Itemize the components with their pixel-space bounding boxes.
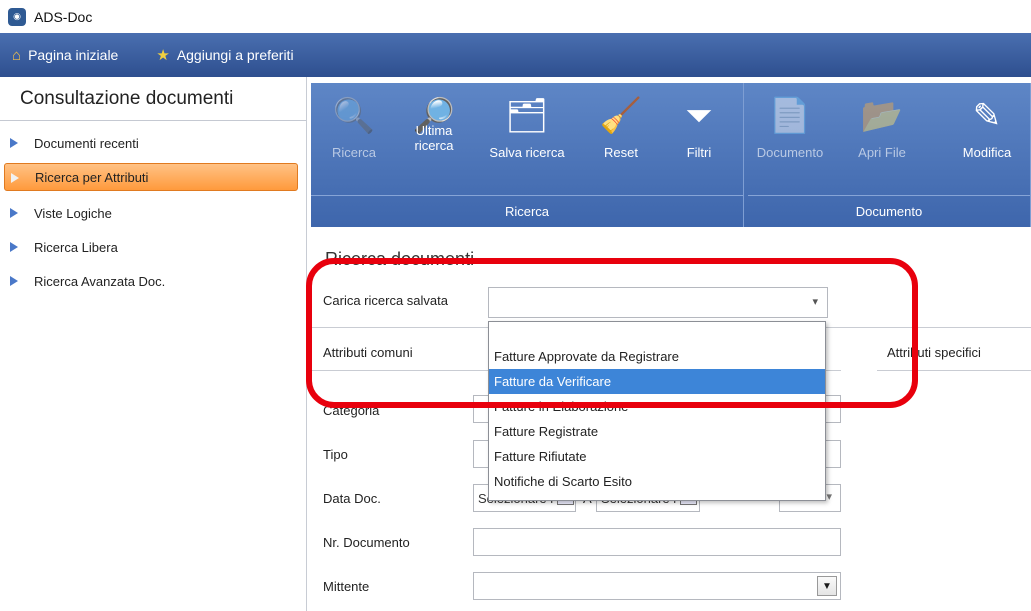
dropdown-option[interactable]: Fatture Rifiutate (489, 444, 825, 469)
load-saved-search-combo[interactable]: ▾ (488, 287, 828, 318)
add-favorite-link[interactable]: ★ Aggiungi a preferiti (156, 46, 293, 64)
chevron-down-icon: ▾ (826, 491, 832, 503)
triangle-right-icon (11, 173, 19, 183)
dropdown-arrow-icon[interactable]: ▼ (817, 576, 837, 596)
triangle-right-icon (10, 208, 18, 218)
ricerca-button[interactable]: 🔍 Ricerca (321, 93, 387, 191)
document-search-icon: 📄 (768, 97, 812, 135)
home-link[interactable]: ⌂ Pagina iniziale (12, 47, 118, 64)
open-file-icon: 📂 (860, 97, 904, 135)
ribbon-group-label-documento: Documento (748, 195, 1030, 227)
eraser-icon: 🧹 (599, 97, 643, 135)
dropdown-option[interactable]: Fatture Registrate (489, 419, 825, 444)
sidebar-item-documenti-recenti[interactable]: Documenti recenti (0, 129, 306, 157)
title-bar: ◉ ADS-Doc (0, 0, 1031, 33)
triangle-right-icon (10, 138, 18, 148)
dropdown-option[interactable]: Notifiche di Scarto Esito (489, 469, 825, 494)
sidebar-item-label: Documenti recenti (34, 135, 139, 151)
tipo-label: Tipo (323, 447, 348, 462)
divider (877, 370, 1031, 371)
sidebar-item-ricerca-per-attributi[interactable]: Ricerca per Attributi (4, 163, 298, 191)
documento-button[interactable]: 📄 Documento (748, 93, 832, 191)
salva-ricerca-button[interactable]: 🗂 Salva ricerca (477, 93, 577, 191)
mittente-combo[interactable]: ▼ (473, 572, 841, 600)
filter-icon: ⏷ (685, 97, 713, 135)
ribbon-group-ricerca: 🔍 Ricerca 🔎 Ultima ricerca 🗂 Salva ricer… (311, 83, 744, 227)
modifica-button[interactable]: ✎ Modifica (948, 93, 1026, 191)
categoria-label: Categoria (323, 403, 380, 418)
sidebar-nav: Documenti recenti Ricerca per Attributi … (0, 121, 306, 295)
saved-search-dropdown-list: Fatture Approvate da Registrare Fatture … (488, 321, 826, 501)
common-attributes-label: Attributi comuni (323, 345, 413, 360)
sidebar-item-viste-logiche[interactable]: Viste Logiche (0, 199, 306, 227)
dropdown-option-selected[interactable]: Fatture da Verificare (489, 369, 825, 394)
ribbon: 🔍 Ricerca 🔎 Ultima ricerca 🗂 Salva ricer… (311, 83, 1031, 227)
add-favorite-label: Aggiungi a preferiti (176, 47, 294, 63)
sidebar-item-label: Viste Logiche (34, 205, 112, 221)
dropdown-option[interactable]: Fatture in Elaborazione (489, 394, 825, 419)
star-icon: ★ (156, 47, 170, 64)
page-title: Ricerca documenti (325, 249, 475, 269)
filtri-button[interactable]: ⏷ Filtri (667, 93, 731, 191)
save-search-icon: 🗂 (505, 97, 549, 135)
apri-file-button[interactable]: 📂 Apri File (846, 93, 918, 191)
sidebar-title: Consultazione documenti (0, 77, 306, 121)
sidebar-item-label: Ricerca Avanzata Doc. (34, 273, 166, 289)
magnifier-icon: 🔍 (332, 97, 376, 135)
mittente-label: Mittente (323, 579, 370, 594)
chevron-down-icon: ▾ (812, 296, 818, 308)
sidebar-item-ricerca-avanzata[interactable]: Ricerca Avanzata Doc. (0, 267, 306, 295)
reset-button[interactable]: 🧹 Reset (589, 93, 653, 191)
app-icon: ◉ (8, 7, 26, 26)
quick-access-bar: ⌂ Pagina iniziale ★ Aggiungi a preferiti (0, 33, 1031, 77)
ultima-ricerca-button[interactable]: 🔎 Ultima ricerca (403, 93, 465, 191)
nr-documento-label: Nr. Documento (323, 535, 410, 550)
nr-documento-input[interactable] (473, 528, 841, 556)
data-doc-label: Data Doc. (323, 491, 381, 506)
triangle-right-icon (10, 242, 18, 252)
home-label: Pagina iniziale (28, 47, 119, 63)
sidebar-item-label: Ricerca per Attributi (35, 169, 149, 185)
load-saved-search-label: Carica ricerca salvata (323, 293, 448, 308)
ribbon-group-label-ricerca: Ricerca (311, 195, 743, 227)
triangle-right-icon (10, 276, 18, 286)
pencil-icon: ✎ (972, 97, 1002, 135)
window-title: ADS-Doc (34, 8, 93, 25)
home-icon: ⌂ (12, 46, 22, 64)
sidebar-item-label: Ricerca Libera (34, 239, 118, 255)
main-content: Ricerca documenti Carica ricerca salvata… (311, 227, 1031, 611)
ribbon-group-documento: 📄 Documento 📂 Apri File ✎ Modifica Docum… (748, 83, 1031, 227)
dropdown-option[interactable]: Fatture Approvate da Registrare (489, 344, 825, 369)
sidebar: Consultazione documenti Documenti recent… (0, 77, 307, 611)
specific-attributes-label: Attributi specifici (887, 345, 981, 360)
sidebar-item-ricerca-libera[interactable]: Ricerca Libera (0, 233, 306, 261)
